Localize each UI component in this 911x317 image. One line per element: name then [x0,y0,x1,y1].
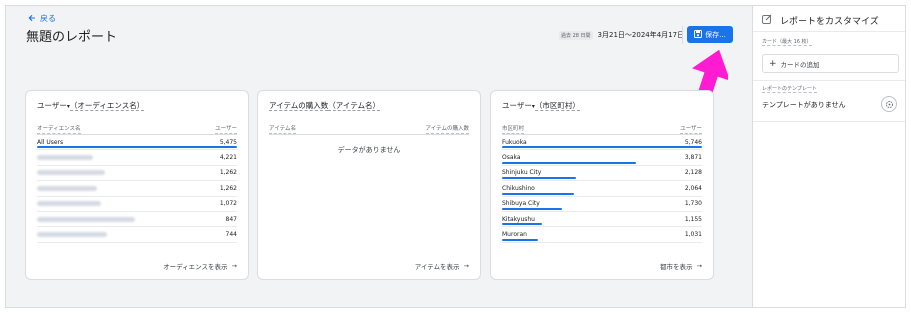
audience-rows: All Users 5,475 4,221 1,262 1,262 1,072 8… [37,135,237,243]
table-row: 847 [37,212,237,228]
column-headers: アイテム名 アイテムの購入数 [269,126,469,134]
panel-header: レポートをカスタマイズ [762,14,879,27]
empty-state-text: データがありません [337,146,401,154]
arrow-left-icon [28,14,36,24]
table-row: Muroran 1,031 [502,227,702,243]
table-row: Shibuya City 1,730 [502,197,702,212]
cards-label: カード（最大 16 枚） [762,39,812,46]
column-headers: オーディエンス名 ユーザー [37,126,237,134]
view-audiences-link[interactable]: オーディエンスを表示 → [163,261,237,271]
card-title: アイテムの購入数（アイテム名） [269,101,380,111]
customize-panel: レポートをカスタマイズ カード（最大 16 枚） + カードの追加 レポートのテ… [752,6,905,307]
back-label: 戻る [40,14,56,23]
column-headers: 市区町村 ユーザー [502,126,702,134]
table-row: 744 [37,227,237,243]
table-row: 4,221 [37,150,237,166]
divider [753,31,905,32]
card-title: ユーザー▾（市区町村） [502,101,580,111]
back-link[interactable]: 戻る [28,13,56,24]
view-items-link[interactable]: アイテムを表示 → [415,261,469,271]
table-row: Kitakyushu 1,155 [502,212,702,228]
table-row: Fukuoka 5,746 [502,135,702,151]
card-title: ユーザー▾（オーディエンス名） [37,101,145,111]
arrow-right-icon: → [463,262,469,270]
view-cities-link[interactable]: 都市を表示 → [660,261,702,271]
no-templates-text: テンプレートがありません [762,101,846,109]
arrow-right-icon: → [696,262,702,270]
save-label: 保存... [705,30,726,39]
table-row: Shinjuku City 2,128 [502,166,702,182]
audience-card: ユーザー▾（オーディエンス名） オーディエンス名 ユーザー All Users 5… [25,90,249,280]
report-frame: 戻る 無題のレポート 過去 28 日間 3月21日～2024年4月17日 保存.… [5,5,906,308]
city-rows: Fukuoka 5,746 Osaka 3,871 Shinjuku City 2,1… [502,135,702,243]
edit-icon [762,14,772,27]
page-title: 無題のレポート [26,30,118,45]
arrow-right-icon: → [231,262,237,270]
divider [753,80,905,81]
add-card-button[interactable]: + カードの追加 [762,54,899,73]
template-action-icon[interactable] [881,96,897,112]
divider [269,134,469,135]
items-card: アイテムの購入数（アイテム名） アイテム名 アイテムの購入数 データがありません… [257,90,481,280]
plus-icon: + [769,58,777,69]
table-row: 1,262 [37,181,237,197]
table-row: Chikushino 2,064 [502,181,702,197]
table-row: 1,072 [37,197,237,212]
table-row: All Users 5,475 [37,135,237,151]
save-button[interactable]: 保存... [687,26,733,43]
templates-label: レポートのテンプレート [762,86,817,93]
panel-title: レポートをカスタマイズ [780,17,879,27]
report-canvas: 戻る 無題のレポート 過去 28 日間 3月21日～2024年4月17日 保存.… [6,6,752,307]
save-icon [694,29,703,40]
divider [682,26,683,44]
cities-card: ユーザー▾（市区町村） 市区町村 ユーザー Fukuoka 5,746 Osaka… [490,90,714,280]
divider [753,121,905,122]
table-row: 1,262 [37,166,237,182]
date-range-selector[interactable]: 過去 28 日間 3月21日～2024年4月17日 [559,30,684,40]
date-badge: 過去 28 日間 [559,30,593,40]
date-range-text: 3月21日～2024年4月17日 [597,31,685,39]
table-row: Osaka 3,871 [502,150,702,166]
